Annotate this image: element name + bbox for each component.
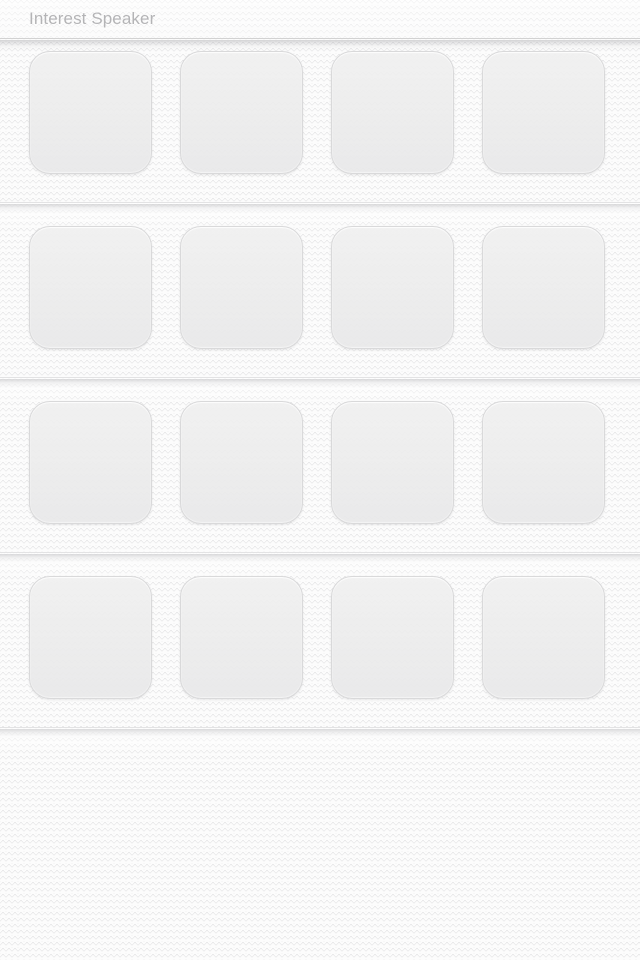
app-tile-placeholder[interactable] [482, 226, 605, 349]
app-tile-placeholder[interactable] [29, 226, 152, 349]
shelf-row-4 [0, 576, 640, 751]
app-tile-placeholder[interactable] [482, 576, 605, 699]
app-tile-placeholder[interactable] [180, 576, 303, 699]
tile-container-row-1 [0, 51, 640, 203]
app-tile-placeholder[interactable] [180, 226, 303, 349]
shelf-divider [0, 552, 640, 576]
header-bar: Interest Speaker [0, 0, 640, 39]
app-screen: Interest Speaker [0, 0, 640, 960]
app-tile-placeholder[interactable] [29, 576, 152, 699]
shelf-row-2 [0, 226, 640, 401]
shelf-divider [0, 202, 640, 226]
app-tile-placeholder[interactable] [29, 401, 152, 524]
app-tile-placeholder[interactable] [29, 51, 152, 174]
shelf-divider [0, 727, 640, 751]
shelf-row-3 [0, 401, 640, 576]
page-title: Interest Speaker [29, 9, 156, 28]
app-tile-placeholder[interactable] [180, 401, 303, 524]
app-tile-placeholder[interactable] [180, 51, 303, 174]
app-tile-placeholder[interactable] [331, 401, 454, 524]
header-shadow [0, 40, 640, 51]
shelf-divider [0, 377, 640, 401]
app-tile-placeholder[interactable] [482, 401, 605, 524]
tile-container-row-3 [0, 401, 640, 553]
app-tile-placeholder[interactable] [331, 51, 454, 174]
bottom-empty-shelf [0, 751, 640, 960]
shelf-row-1 [0, 51, 640, 226]
tile-container-row-4 [0, 576, 640, 728]
app-tile-placeholder[interactable] [331, 576, 454, 699]
app-tile-placeholder[interactable] [482, 51, 605, 174]
tile-container-row-2 [0, 226, 640, 378]
app-tile-placeholder[interactable] [331, 226, 454, 349]
